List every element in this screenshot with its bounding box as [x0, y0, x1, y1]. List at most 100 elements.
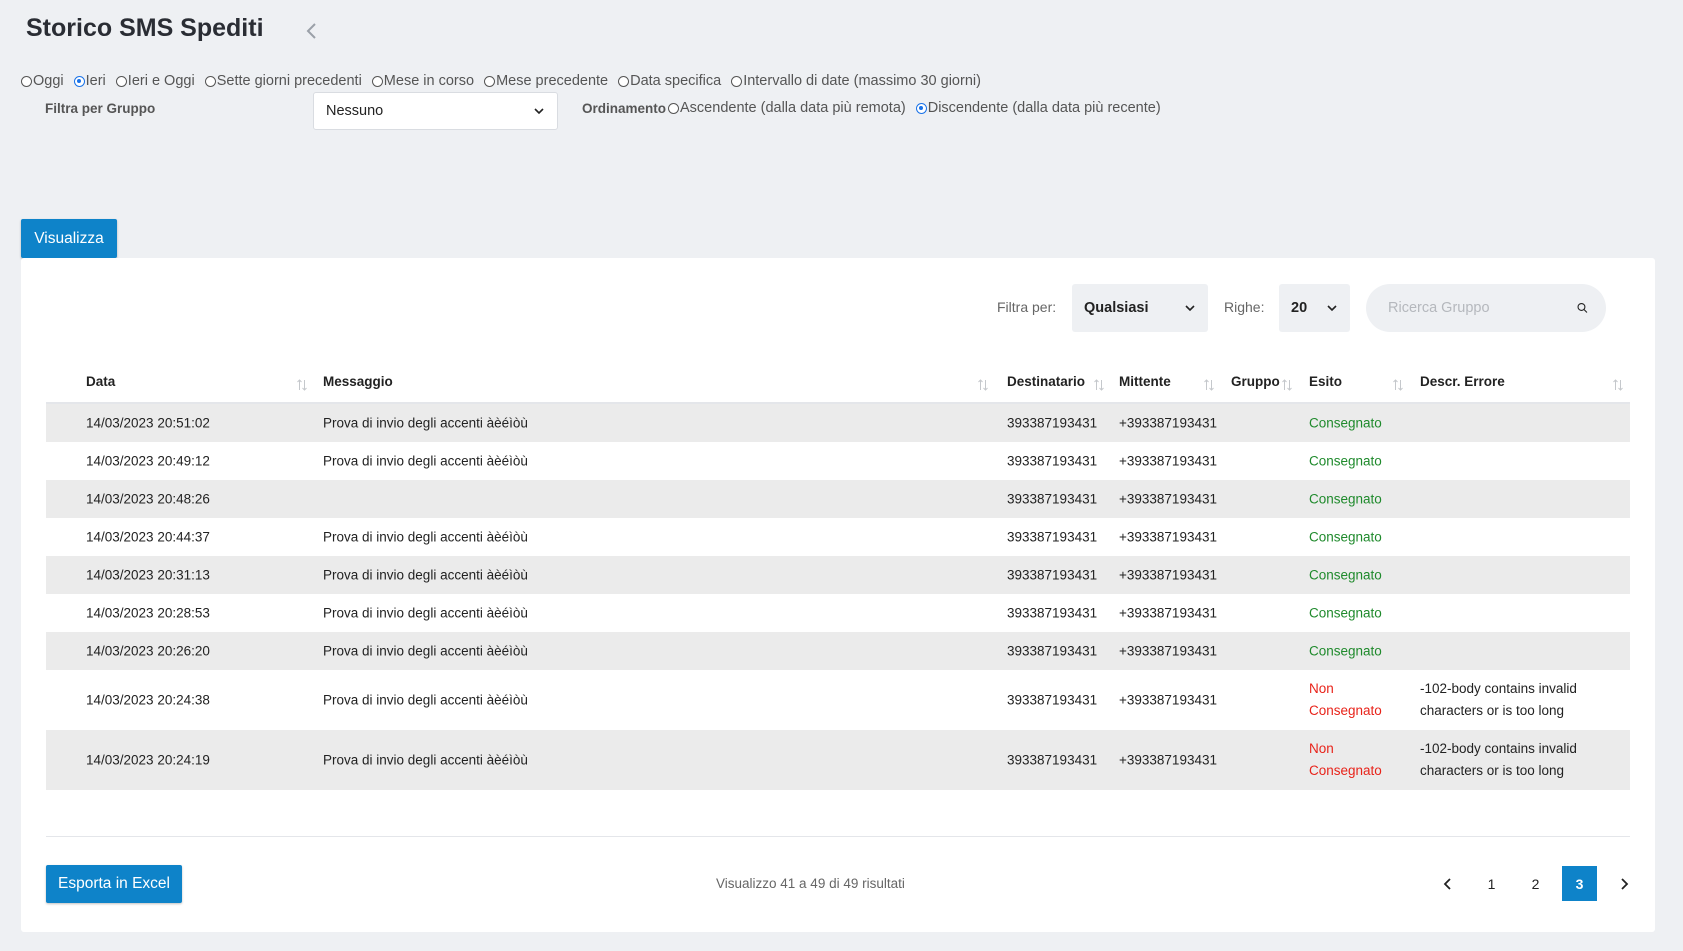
- cell-data: 14/03/2023 20:24:19: [86, 752, 210, 768]
- cell-mittente: +393387193431: [1119, 415, 1217, 431]
- cell-esito: Consegnato: [1309, 453, 1382, 469]
- sort-icon[interactable]: [296, 378, 308, 392]
- cell-destinatario: 393387193431: [1007, 567, 1098, 583]
- cell-esito: Consegnato: [1309, 415, 1382, 431]
- pagination-prev[interactable]: [1430, 866, 1465, 901]
- sms-table: Data Messaggio Destinatario Mittente Gru…: [46, 358, 1630, 790]
- radio-ascendente[interactable]: Ascendente (dalla data più remota): [668, 100, 906, 116]
- cell-data: 14/03/2023 20:48:26: [86, 491, 210, 507]
- cell-esito: Non Consegnato: [1309, 681, 1382, 718]
- export-excel-button[interactable]: Esporta in Excel: [46, 865, 182, 903]
- cell-mittente: +393387193431: [1119, 752, 1217, 768]
- radio-oggi[interactable]: Oggi: [21, 73, 64, 89]
- table-filters: Filtra per: Qualsiasi Righe: 20: [21, 284, 1655, 332]
- cell-data: 14/03/2023 20:49:12: [86, 453, 210, 469]
- pagination-page-2[interactable]: 2: [1518, 866, 1553, 901]
- cell-mittente: +393387193431: [1119, 491, 1217, 507]
- table-row: 14/03/2023 20:28:53 Prova di invio degli …: [46, 594, 1630, 632]
- filter-by-label: Filtra per:: [997, 299, 1057, 315]
- filter-by-select[interactable]: Qualsiasi: [1072, 284, 1208, 332]
- group-filter-label: Filtra per Gruppo: [45, 101, 156, 116]
- sort-icon[interactable]: [1203, 378, 1215, 392]
- radio-mese-precedente[interactable]: Mese precedente: [484, 73, 608, 89]
- col-header-destinatario[interactable]: Destinatario: [1007, 374, 1085, 389]
- pagination-page-3[interactable]: 3: [1562, 866, 1597, 901]
- radio-ieri[interactable]: Ieri: [73, 73, 106, 89]
- back-chevron-icon[interactable]: [302, 19, 322, 43]
- cell-messaggio: Prova di invio degli accenti àèéìòù: [323, 415, 528, 431]
- cell-destinatario: 393387193431: [1007, 692, 1098, 708]
- sort-icon[interactable]: [1612, 378, 1624, 392]
- table-row: 14/03/2023 20:24:38 Prova di invio degli …: [46, 670, 1630, 730]
- cell-mittente: +393387193431: [1119, 643, 1217, 659]
- cell-destinatario: 393387193431: [1007, 752, 1098, 768]
- table-row: 14/03/2023 20:44:37 Prova di invio degli …: [46, 518, 1630, 556]
- cell-mittente: +393387193431: [1119, 567, 1217, 583]
- radio-selected-icon: [915, 102, 927, 114]
- col-header-data[interactable]: Data: [86, 374, 115, 389]
- radio-ieri-e-oggi[interactable]: Ieri e Oggi: [115, 73, 195, 89]
- col-header-esito[interactable]: Esito: [1309, 374, 1342, 389]
- group-filter-select[interactable]: Nessuno: [313, 92, 558, 130]
- radio-icon: [618, 75, 630, 87]
- cell-mittente: +393387193431: [1119, 605, 1217, 621]
- rows-label: Righe:: [1224, 299, 1265, 315]
- cell-messaggio: Prova di invio degli accenti àèéìòù: [323, 643, 528, 659]
- cell-messaggio: Prova di invio degli accenti àèéìòù: [323, 453, 528, 469]
- sort-icon[interactable]: [1392, 378, 1404, 392]
- cell-mittente: +393387193431: [1119, 692, 1217, 708]
- page-title: Storico SMS Spediti: [26, 14, 264, 42]
- col-header-messaggio[interactable]: Messaggio: [323, 374, 393, 389]
- cell-data: 14/03/2023 20:24:38: [86, 692, 210, 708]
- sort-icon[interactable]: [1093, 378, 1105, 392]
- cell-data: 14/03/2023 20:26:20: [86, 643, 210, 659]
- search-input[interactable]: [1386, 299, 1577, 317]
- cell-destinatario: 393387193431: [1007, 643, 1098, 659]
- pagination-page-1[interactable]: 1: [1474, 866, 1509, 901]
- radio-icon: [668, 102, 680, 114]
- cell-data: 14/03/2023 20:28:53: [86, 605, 210, 621]
- chevron-right-icon: [1620, 877, 1628, 890]
- cell-destinatario: 393387193431: [1007, 529, 1098, 545]
- cell-descr-errore: -102-body contains invalid characters or…: [1420, 741, 1577, 778]
- chevron-left-icon: [1443, 877, 1451, 890]
- ordering-label: Ordinamento: [582, 100, 667, 116]
- radio-mese-in-corso[interactable]: Mese in corso: [371, 73, 474, 89]
- cell-messaggio: Prova di invio degli accenti àèéìòù: [323, 605, 528, 621]
- chevron-down-icon: [534, 108, 544, 115]
- table-row: 14/03/2023 20:48:26 393387193431 +39338719…: [46, 480, 1630, 518]
- table-body: 14/03/2023 20:51:02 Prova di invio degli …: [46, 404, 1630, 790]
- cell-esito: Consegnato: [1309, 643, 1382, 659]
- col-header-descr-errore[interactable]: Descr. Errore: [1420, 374, 1505, 389]
- view-button[interactable]: Visualizza: [21, 219, 117, 258]
- col-header-gruppo[interactable]: Gruppo: [1231, 374, 1280, 389]
- pagination-next[interactable]: [1606, 866, 1641, 901]
- cell-messaggio: Prova di invio degli accenti àèéìòù: [323, 692, 528, 708]
- cell-messaggio: Prova di invio degli accenti àèéìòù: [323, 567, 528, 583]
- cell-esito: Consegnato: [1309, 567, 1382, 583]
- sort-icon[interactable]: [977, 378, 989, 392]
- footer-divider: [46, 836, 1630, 837]
- col-header-mittente[interactable]: Mittente: [1119, 374, 1171, 389]
- results-summary: Visualizzo 41 a 49 di 49 risultati: [716, 876, 905, 891]
- cell-mittente: +393387193431: [1119, 529, 1217, 545]
- search-box: [1366, 284, 1606, 332]
- radio-sette-giorni[interactable]: Sette giorni precedenti: [204, 73, 362, 89]
- cell-esito: Consegnato: [1309, 529, 1382, 545]
- cell-mittente: +393387193431: [1119, 453, 1217, 469]
- radio-icon: [115, 75, 127, 87]
- group-filter-value: Nessuno: [326, 103, 384, 119]
- sort-icon[interactable]: [1281, 378, 1293, 392]
- rows-select[interactable]: 20: [1279, 284, 1350, 332]
- radio-discendente[interactable]: Discendente (dalla data più recente): [915, 100, 1161, 116]
- cell-data: 14/03/2023 20:44:37: [86, 529, 210, 545]
- radio-intervallo-date[interactable]: Intervallo di date (massimo 30 giorni): [731, 73, 981, 89]
- table-row: 14/03/2023 20:49:12 Prova di invio degli …: [46, 442, 1630, 480]
- chevron-down-icon: [1185, 305, 1195, 312]
- cell-destinatario: 393387193431: [1007, 491, 1098, 507]
- search-icon[interactable]: [1577, 300, 1588, 316]
- radio-selected-icon: [73, 75, 85, 87]
- radio-data-specifica[interactable]: Data specifica: [618, 73, 721, 89]
- radio-icon: [371, 75, 383, 87]
- cell-descr-errore: -102-body contains invalid characters or…: [1420, 681, 1577, 718]
